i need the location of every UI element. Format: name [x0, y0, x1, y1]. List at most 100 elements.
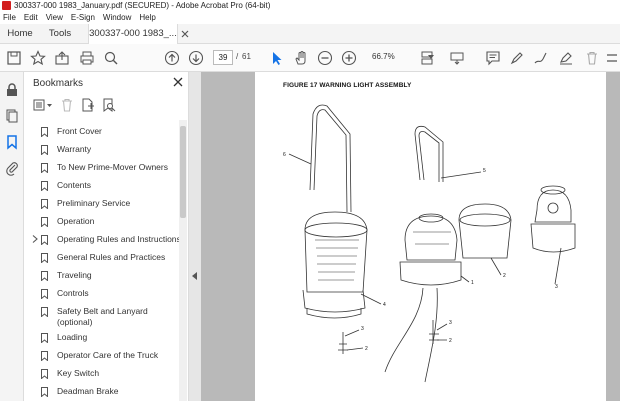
bookmark-icon — [41, 369, 48, 379]
panel-splitter[interactable] — [189, 72, 201, 401]
callout-label: 4 — [383, 302, 386, 308]
tab-document[interactable]: 300337-000 1983_... — [88, 24, 178, 44]
hand-tool-icon[interactable] — [292, 49, 310, 67]
bookmark-icon — [41, 307, 48, 317]
bookmark-icon — [41, 181, 48, 191]
save-icon[interactable] — [5, 49, 23, 67]
bookmark-icon — [41, 387, 48, 397]
share-icon[interactable] — [53, 49, 71, 67]
bookmark-icon — [41, 271, 48, 281]
next-page-icon[interactable] — [187, 49, 205, 67]
bookmark-icon — [41, 199, 48, 209]
menu-esign[interactable]: E-Sign — [71, 11, 95, 24]
left-navigation-rail — [0, 72, 24, 401]
warning-light-assembly-drawing: 6 5 4 1 2 3 3 2 3 2 — [283, 104, 576, 383]
acrobat-logo-icon — [2, 1, 11, 10]
bookmark-label: Traveling — [57, 270, 92, 280]
bookmark-label: Preliminary Service — [57, 198, 131, 208]
bookmark-label: Loading — [57, 332, 88, 342]
callout-label: 2 — [503, 273, 506, 279]
callout-label: 2 — [449, 338, 452, 344]
zoom-in-icon[interactable] — [340, 49, 358, 67]
title-bar: 300337-000 1983_January.pdf (SECURED) - … — [0, 0, 620, 11]
menu-edit[interactable]: Edit — [24, 11, 38, 24]
bookmarks-scrollbar[interactable] — [179, 120, 187, 401]
callout-label: 6 — [283, 152, 286, 158]
window-title: 300337-000 1983_January.pdf (SECURED) - … — [14, 1, 271, 10]
bookmark-label: Contents — [57, 180, 92, 190]
callout-label: 1 — [471, 280, 474, 286]
highlight-pen-icon[interactable] — [508, 49, 526, 67]
pdf-page: FIGURE 17 WARNING LIGHT ASSEMBLY 6 5 4 1… — [255, 72, 606, 401]
document-area-right-gutter — [606, 72, 620, 401]
delete-bookmark-icon[interactable] — [60, 98, 74, 112]
bookmark-label: Operating Rules and Instructions — [57, 234, 181, 244]
bookmark-label: Operator Care of the Truck — [57, 350, 159, 360]
delete-icon[interactable] — [583, 49, 601, 67]
bookmark-label: Safety Belt and Lanyard (optional) — [57, 306, 148, 327]
bookmark-label: To New Prime-Mover Owners — [57, 162, 168, 172]
draw-icon[interactable] — [532, 49, 550, 67]
bookmark-label: Key Switch — [57, 368, 100, 378]
bookmarks-panel-title: Bookmarks — [33, 78, 84, 89]
bookmark-icon — [41, 145, 48, 155]
callout-label: 3 — [361, 326, 364, 332]
more-tools-icon[interactable] — [604, 49, 620, 67]
tab-tools[interactable]: Tools — [40, 24, 80, 44]
bookmark-label: General Rules and Practices — [57, 252, 166, 262]
bookmark-icon — [41, 333, 48, 343]
bookmark-icon — [41, 217, 48, 227]
bookmark-label: Controls — [57, 288, 89, 298]
bookmark-icon — [41, 127, 48, 137]
callout-label: 3 — [449, 320, 452, 326]
menu-view[interactable]: View — [46, 11, 63, 24]
bookmark-label: Warranty — [57, 144, 92, 154]
bookmark-tools — [33, 97, 116, 113]
bookmarks-panel: Bookmarks Front Cover Warranty To New Pr… — [24, 72, 189, 401]
new-bookmark-icon[interactable] — [81, 98, 95, 112]
menu-file[interactable]: File — [3, 11, 16, 24]
page-total: 61 — [242, 52, 251, 61]
page-thumbnails-icon[interactable] — [4, 108, 20, 124]
page-separator: / — [236, 52, 239, 61]
lock-icon[interactable] — [4, 82, 20, 98]
callout-label: 2 — [365, 346, 368, 352]
bookmark-label: Front Cover — [57, 126, 102, 136]
bookmark-icon — [41, 163, 48, 173]
scrollbar-thumb[interactable] — [180, 126, 186, 218]
bookmark-icon — [41, 351, 48, 361]
page-number-input[interactable]: 39 — [213, 50, 233, 65]
bookmark-icon — [41, 235, 48, 245]
menu-help[interactable]: Help — [139, 11, 155, 24]
bookmark-icon — [41, 253, 48, 263]
find-bookmark-icon[interactable] — [102, 98, 116, 112]
collapse-panel-icon[interactable] — [192, 272, 198, 280]
tab-bar: Home Tools 300337-000 1983_... — [0, 24, 620, 44]
close-tab-icon[interactable] — [180, 29, 190, 39]
close-panel-icon[interactable] — [172, 76, 184, 88]
previous-page-icon[interactable] — [163, 49, 181, 67]
menu-bar: File Edit View E-Sign Window Help — [0, 11, 620, 24]
callout-label: 5 — [483, 168, 486, 174]
tab-home[interactable]: Home — [0, 24, 40, 44]
zoom-out-icon[interactable] — [316, 49, 334, 67]
bookmark-label: Deadman Brake — [57, 386, 119, 396]
zoom-value: 66.7% — [372, 52, 395, 61]
find-icon[interactable] — [102, 49, 120, 67]
fill-sign-icon[interactable] — [557, 49, 575, 67]
bookmark-label: Operation — [57, 216, 95, 226]
chevron-right-icon[interactable] — [32, 235, 38, 243]
comment-icon[interactable] — [484, 49, 502, 67]
attachment-icon[interactable] — [4, 160, 20, 176]
print-icon[interactable] — [78, 49, 96, 67]
keyboard-icon[interactable] — [448, 49, 466, 67]
menu-window[interactable]: Window — [103, 11, 131, 24]
options-menu-icon[interactable] — [33, 98, 53, 112]
star-icon[interactable] — [29, 49, 47, 67]
toolbar: 39 / 61 66.7% — [0, 44, 620, 72]
bookmark-panel-icon[interactable] — [4, 134, 20, 150]
bookmark-icon — [41, 289, 48, 299]
callout-label: 3 — [555, 284, 558, 290]
page-display-icon[interactable] — [418, 49, 436, 67]
select-cursor-icon[interactable] — [268, 49, 286, 67]
